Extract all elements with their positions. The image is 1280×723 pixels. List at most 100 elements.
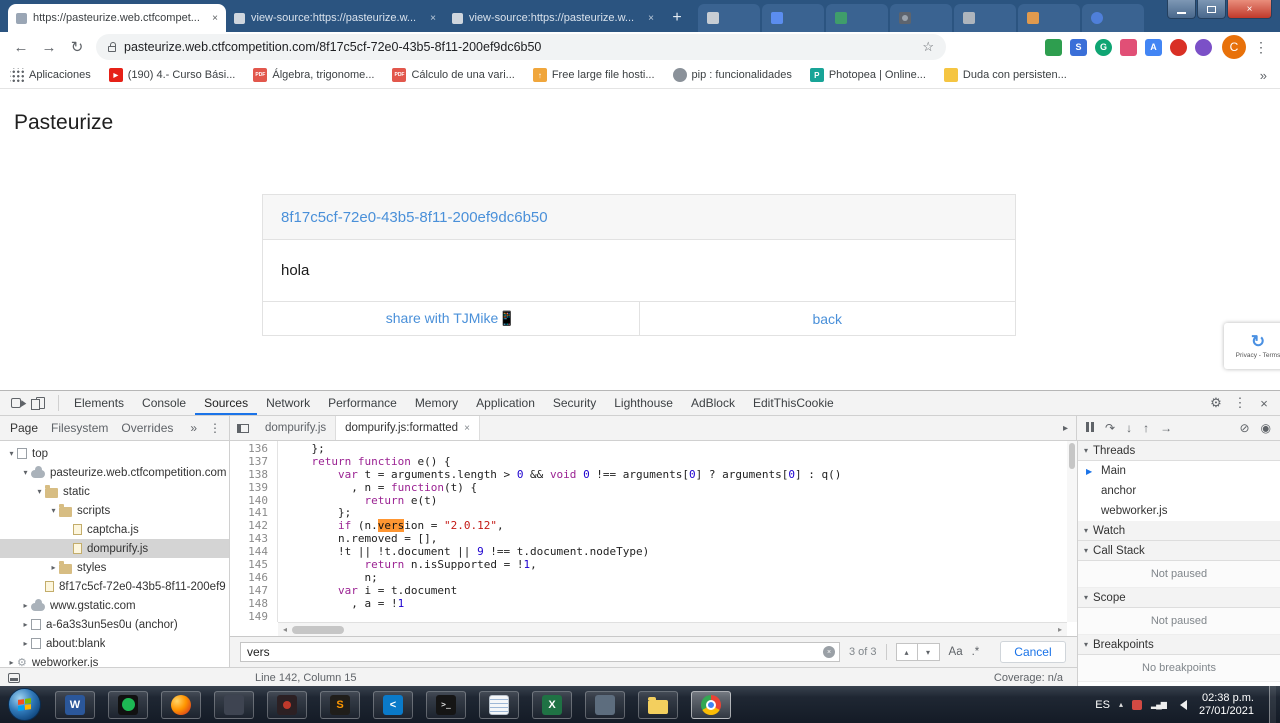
tree-expand-icon[interactable]: ▸ xyxy=(20,601,31,610)
tree-collapse-icon[interactable]: ▾ xyxy=(34,487,45,496)
browser-tab[interactable]: https://pasteurize.web.ctfcompet... × xyxy=(8,4,226,32)
devtools-tab-network[interactable]: Network xyxy=(257,391,319,415)
inspect-element-icon[interactable] xyxy=(4,391,28,415)
thread-anchor[interactable]: anchor xyxy=(1078,481,1280,501)
devtools-tab-memory[interactable]: Memory xyxy=(406,391,467,415)
search-cancel-button[interactable]: Cancel xyxy=(1000,641,1066,663)
mini-tab[interactable] xyxy=(1018,4,1080,32)
tree-item-static[interactable]: ▾ static xyxy=(0,482,229,501)
tree-collapse-icon[interactable]: ▾ xyxy=(20,468,31,477)
editor-vertical-scrollbar[interactable] xyxy=(1067,441,1077,622)
network-icon[interactable]: ▂▄▆ xyxy=(1151,700,1167,709)
device-toolbar-icon[interactable] xyxy=(28,391,52,415)
line-number[interactable]: 146 xyxy=(230,571,268,585)
taskbar-app-explorer[interactable] xyxy=(638,690,678,719)
devtools-tab-editthiscookie[interactable]: EditThisCookie xyxy=(744,391,843,415)
tree-collapse-icon[interactable]: ▾ xyxy=(6,449,17,458)
tab-close-icon[interactable]: × xyxy=(212,13,218,24)
browser-tab[interactable]: view-source:https://pasteurize.w... × xyxy=(444,4,662,32)
bookmarks-overflow-icon[interactable]: » xyxy=(1260,68,1270,83)
tree-item-scripts[interactable]: ▾ scripts xyxy=(0,501,229,520)
devtools-tab-sources[interactable]: Sources xyxy=(195,391,257,415)
line-number[interactable]: 145 xyxy=(230,558,268,572)
tree-item-a-6a3s3un5es0u-anchor[interactable]: ▸ a-6a3s3un5es0u (anchor) xyxy=(0,615,229,634)
navigator-tab-filesystem[interactable]: Filesystem xyxy=(51,421,108,435)
tree-item-8f17c5cf-72e0-43b5-8f11-200ef9[interactable]: 8f17c5cf-72e0-43b5-8f11-200ef9 xyxy=(0,577,229,596)
taskbar-app-word[interactable]: W xyxy=(55,690,95,719)
language-indicator[interactable]: ES xyxy=(1095,699,1110,711)
taskbar-app-app-dark[interactable] xyxy=(214,690,254,719)
line-number[interactable]: 139 xyxy=(230,481,268,495)
browser-tab[interactable]: view-source:https://pasteurize.w... × xyxy=(226,4,444,32)
address-bar[interactable]: pasteurize.web.ctfcompetition.com/8f17c5… xyxy=(96,34,946,60)
clear-search-icon[interactable]: × xyxy=(823,646,835,658)
taskbar-app-app-darkred[interactable] xyxy=(267,690,307,719)
bookmark-190-4-curso-b-si[interactable]: ▶ (190) 4.- Curso Bási... xyxy=(108,68,235,82)
taskbar-app-spotify[interactable] xyxy=(108,690,148,719)
devtools-tab-adblock[interactable]: AdBlock xyxy=(682,391,744,415)
tree-item-www-gstatic-com[interactable]: ▸ www.gstatic.com xyxy=(0,596,229,615)
line-number[interactable]: 149 xyxy=(230,610,268,624)
tree-expand-icon[interactable]: ▸ xyxy=(6,658,17,667)
mini-tab[interactable] xyxy=(890,4,952,32)
editor-overflow-icon[interactable]: ▸ xyxy=(1055,416,1076,440)
tree-item-webworker-js[interactable]: ▸ webworker.js xyxy=(0,653,229,668)
mini-tab[interactable] xyxy=(698,4,760,32)
thread-webworker-js[interactable]: webworker.js xyxy=(1078,501,1280,521)
taskbar-app-sheet[interactable]: X xyxy=(532,690,572,719)
devtools-close-icon[interactable]: × xyxy=(1252,391,1276,415)
navigator-tab-page[interactable]: Page xyxy=(10,421,38,435)
scroll-left-icon[interactable]: ◂ xyxy=(278,625,292,634)
show-desktop-button[interactable] xyxy=(1269,686,1276,723)
volume-icon[interactable] xyxy=(1175,699,1187,710)
tree-item-top[interactable]: ▾ top xyxy=(0,444,229,463)
mini-tab[interactable] xyxy=(1082,4,1144,32)
close-window-button[interactable]: × xyxy=(1227,0,1272,19)
extension-purple-circle-icon[interactable] xyxy=(1195,38,1212,56)
bookmark-pip-funcionalidades[interactable]: pip : funcionalidades xyxy=(672,68,792,82)
mini-tab[interactable] xyxy=(762,4,824,32)
thread-main[interactable]: ▶ Main xyxy=(1078,461,1280,481)
taskbar-app-firefox[interactable] xyxy=(161,690,201,719)
tree-collapse-icon[interactable]: ▾ xyxy=(48,506,59,515)
tree-item-dompurify-js[interactable]: dompurify.js xyxy=(0,539,229,558)
tree-item-pasteurize-web-ctfcompetition-com[interactable]: ▾ pasteurize.web.ctfcompetition.com xyxy=(0,463,229,482)
match-case-toggle[interactable]: Aa xyxy=(949,646,963,658)
line-number[interactable]: 136 xyxy=(230,442,268,456)
recaptcha-badge[interactable]: ↻ Privacy - Terms xyxy=(1224,323,1280,369)
breakpoints-section-header[interactable]: ▾ Breakpoints xyxy=(1078,635,1280,655)
clock[interactable]: 02:38 p.m. 27/01/2021 xyxy=(1199,692,1254,717)
bookmark-lgebra-trigonome[interactable]: PDF Álgebra, trigonome... xyxy=(253,68,374,82)
new-tab-button[interactable]: + xyxy=(664,5,690,31)
start-button[interactable] xyxy=(8,688,41,721)
tree-expand-icon[interactable]: ▸ xyxy=(20,620,31,629)
devtools-tab-performance[interactable]: Performance xyxy=(319,391,406,415)
profile-avatar[interactable]: C xyxy=(1222,35,1246,59)
tree-item-styles[interactable]: ▸ styles xyxy=(0,558,229,577)
devtools-menu-icon[interactable]: ⋮ xyxy=(1228,391,1252,415)
mini-tab[interactable] xyxy=(954,4,1016,32)
scrollbar-thumb[interactable] xyxy=(1069,443,1075,469)
extension-blue-s-icon[interactable]: S xyxy=(1070,38,1087,56)
editor-tab-dompurify-js[interactable]: dompurify.js xyxy=(256,416,337,440)
tray-app-icon[interactable] xyxy=(1131,699,1142,710)
next-match-button[interactable]: ▾ xyxy=(917,643,940,661)
tree-item-about-blank[interactable]: ▸ about:blank xyxy=(0,634,229,653)
extension-pink-icon[interactable] xyxy=(1120,38,1137,56)
devtools-tab-lighthouse[interactable]: Lighthouse xyxy=(605,391,682,415)
share-button[interactable]: share with TJMike📱 xyxy=(263,302,639,335)
code-editor[interactable]: 136 137 138 139 140 141 142 143 144 145 146 147 148 1… xyxy=(230,441,1077,636)
bookmark-free-large-file-hosti[interactable]: ↑ Free large file hosti... xyxy=(532,68,655,82)
tree-item-captcha-js[interactable]: captcha.js xyxy=(0,520,229,539)
maximize-button[interactable] xyxy=(1197,0,1226,19)
extension-green-circle-icon[interactable]: G xyxy=(1095,38,1112,56)
step-into-button[interactable]: ↓ xyxy=(1126,422,1132,434)
extension-green-square-icon[interactable] xyxy=(1045,38,1062,56)
extension-translate-icon[interactable]: A xyxy=(1145,38,1162,56)
devtools-settings-icon[interactable]: ⚙ xyxy=(1204,391,1228,415)
browser-menu-icon[interactable]: ⋮ xyxy=(1254,39,1268,56)
taskbar-app-app-slate[interactable] xyxy=(585,690,625,719)
taskbar-app-notepad[interactable] xyxy=(479,690,519,719)
paste-id-link[interactable]: 8f17c5cf-72e0-43b5-8f11-200ef9dc6b50 xyxy=(263,195,1015,240)
navigator-menu-icon[interactable]: ⋮ xyxy=(209,421,221,435)
